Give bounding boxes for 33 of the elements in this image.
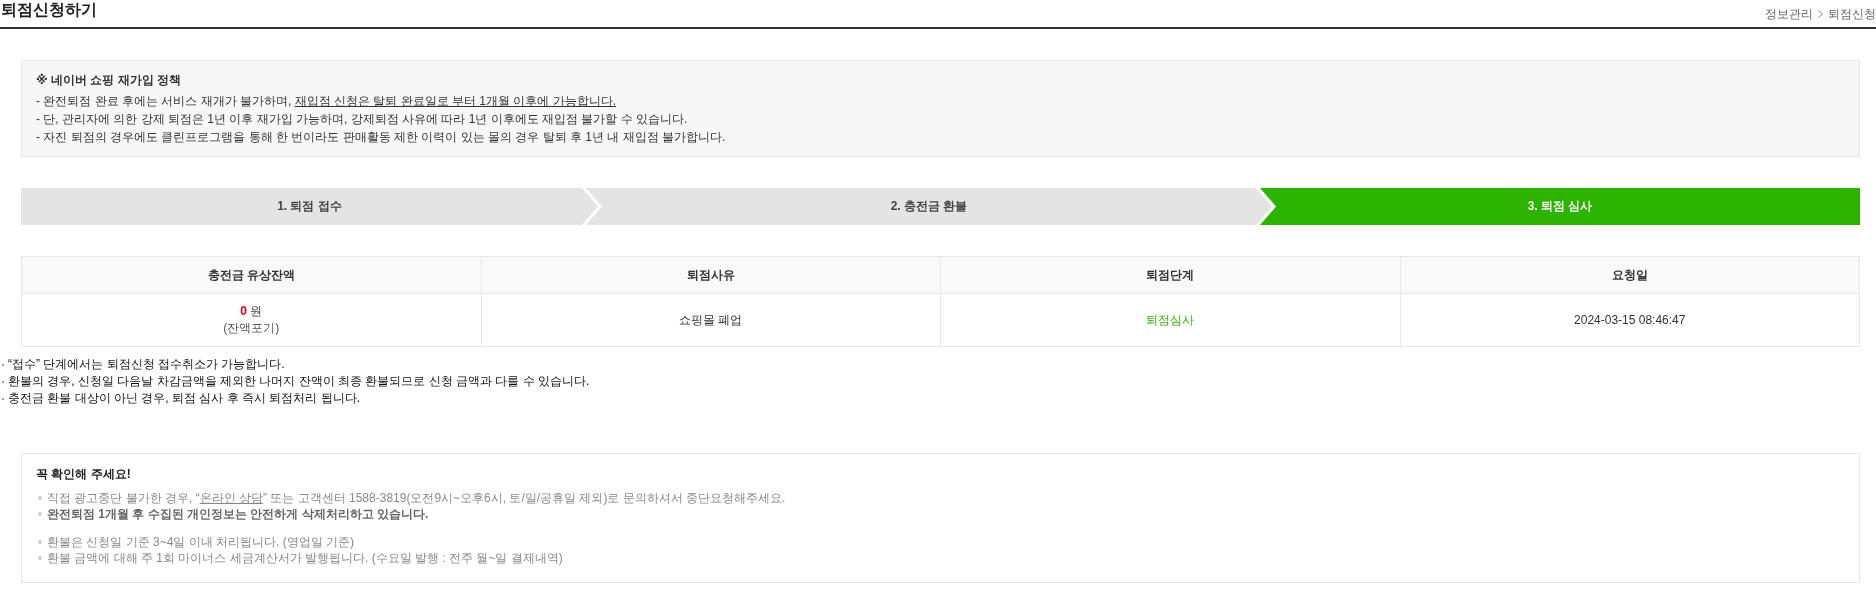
policy-text: - 자진 퇴점의 경우에도 클린프로그램을 통해 한 번이라도 판매활동 제한 이력이 있는 몰의 경우 탈퇴 후 1년 내 재입점 불가합니다. — [36, 129, 726, 146]
notice-text: 완전퇴점 1개월 후 수집된 개인정보는 안전하게 삭제처리하고 있습니다. — [47, 506, 429, 522]
breadcrumb-link[interactable]: 정보관리 — [1765, 6, 1813, 22]
step-indicator: 1. 퇴점 접수 — [21, 188, 598, 225]
consult-link[interactable]: 온라인 상담 — [199, 491, 263, 505]
note-text: 환불의 경우, 신청일 다음날 차감금액을 제외한 나머지 잔액이 최종 환불되므로 신청 금액과 다를 수 있습니다. — [8, 373, 590, 390]
balance-note: (잔액포기) — [223, 320, 280, 337]
column-header: 충전금 유상잔액 — [21, 256, 481, 294]
balance-amount: 0 원 — [240, 303, 263, 320]
notice-title: ※ 네이버 쇼핑 재가입 정책 — [36, 72, 181, 89]
bullet-icon — [38, 556, 42, 560]
notice-title: 꼭 확인해 주세요! — [36, 466, 131, 483]
column-header: 퇴점단계 — [940, 256, 1400, 294]
table-cell: 2024-03-15 08:46:47 — [1400, 293, 1860, 347]
note-text: 충전금 환불 대상이 아닌 경우, 퇴점 심사 후 즉시 퇴점처리 됩니다. — [8, 390, 360, 407]
bullet-icon — [38, 540, 42, 544]
column-header: 퇴점사유 — [481, 256, 941, 294]
policy-text: - 완전퇴점 완료 후에는 서비스 재개가 불가하며, 재입점 신청은 탈퇴 완료일로 부터 1개월 이후에 가능합니다. — [36, 93, 617, 110]
table-cell: 퇴점심사 — [940, 293, 1400, 347]
note-text: “접수” 단계에서는 퇴점신청 접수취소가 가능합니다. — [8, 356, 285, 373]
policy-text: - 단, 관리자에 의한 강제 퇴점은 1년 이후 재가입 가능하며, 강제퇴점 사유에 따라 1년 이후에도 재입점 불가할 수 있습니다. — [36, 111, 688, 128]
bullet-icon — [38, 496, 42, 500]
breadcrumb-current: 퇴점신청 — [1828, 6, 1876, 22]
notice-text: 환불 금액에 대해 주 1회 마이너스 세금계산서가 발행됩니다. (수요일 발행 : 전주 월~일 결제내역) — [47, 550, 563, 566]
bullet-icon — [38, 512, 42, 516]
column-header: 요청일 — [1400, 256, 1860, 294]
page-title: 퇴점신청하기 — [0, 0, 97, 20]
step-indicator: 3. 퇴점 심사 — [1260, 188, 1860, 225]
notice-text: 직접 광고중단 불가한 경우, “온라인 상담” 또는 고객센터 1588-3819(오전9시~오후6시, 토/일/공휴일 제외)로 문의하셔서 중단요청해주세요. — [47, 490, 786, 506]
step-indicator: 2. 충전금 환불 — [586, 188, 1272, 225]
table-cell: 쇼핑몰 폐업 — [481, 293, 941, 347]
chevron-icon — [1818, 10, 1823, 18]
notice-text: 환불은 신청일 기준 3~4일 이내 처리됩니다. (영업일 기준) — [47, 534, 355, 550]
